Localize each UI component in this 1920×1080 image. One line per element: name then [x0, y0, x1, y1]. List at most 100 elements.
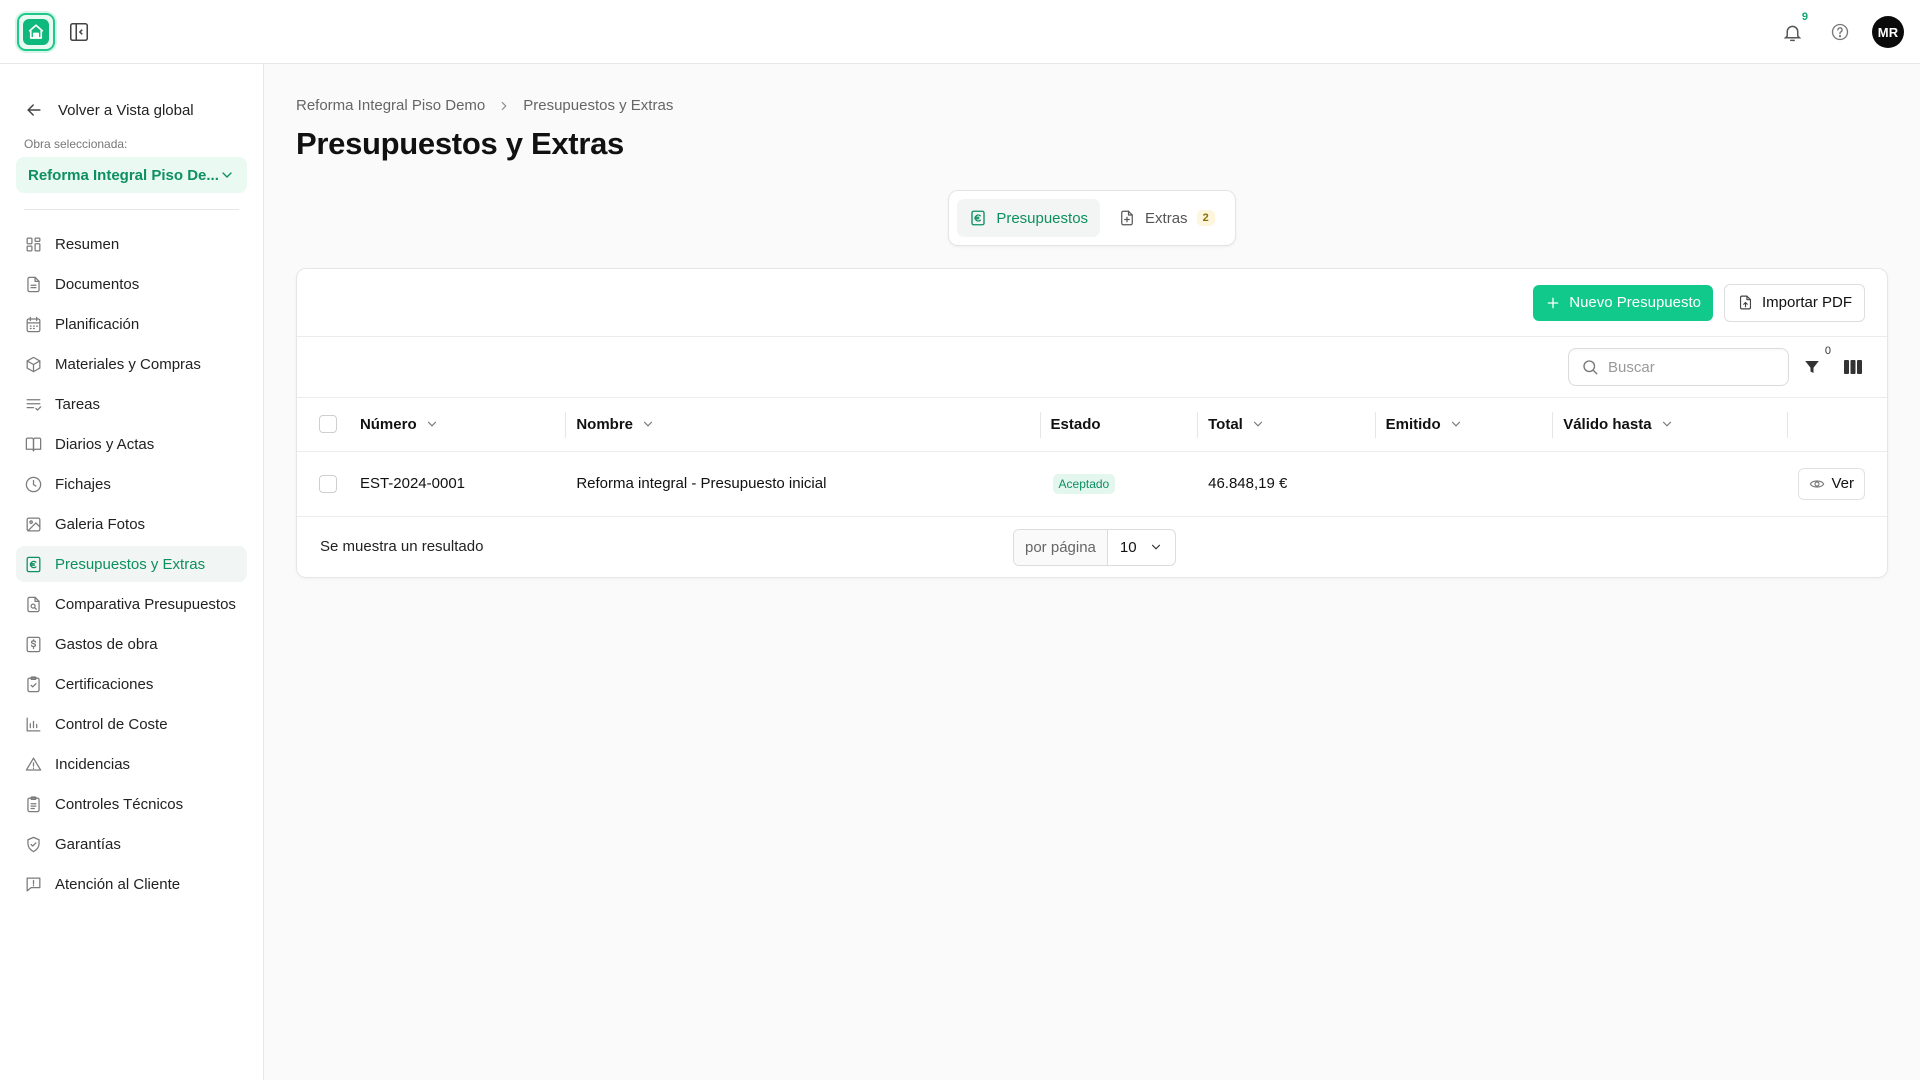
column-total[interactable]: Total	[1197, 398, 1375, 451]
notifications-button[interactable]: 9	[1776, 11, 1808, 50]
sidebar-item-documentos[interactable]: Documentos	[16, 266, 247, 302]
sidebar-item-galeria-fotos[interactable]: Galeria Fotos	[16, 506, 247, 542]
app-logo[interactable]	[17, 13, 55, 51]
import-pdf-label: Importar PDF	[1761, 294, 1852, 311]
search-input[interactable]	[1608, 358, 1768, 376]
main-content: Reforma Integral Piso Demo Presupuestos …	[296, 64, 1888, 578]
view-button-label: Ver	[1831, 475, 1854, 492]
column-emitido[interactable]: Emitido	[1374, 398, 1553, 451]
cell-numero: EST-2024-0001	[359, 475, 466, 492]
obra-label: Obra seleccionada:	[24, 137, 128, 151]
plus-icon	[1545, 295, 1561, 311]
file-plus-icon	[1118, 209, 1136, 227]
sort-chevron-icon	[641, 417, 655, 431]
package-icon	[24, 355, 43, 374]
breadcrumb-root[interactable]: Reforma Integral Piso Demo	[296, 97, 485, 114]
import-pdf-button[interactable]: Importar PDF	[1723, 283, 1865, 322]
tab-extras[interactable]: Extras 2	[1106, 199, 1227, 237]
view-button[interactable]: Ver	[1798, 467, 1865, 500]
budgets-table: Número Nombre Estado Total Emitido Válid…	[297, 398, 1887, 517]
cell-total: 46.848,19 €	[1208, 475, 1288, 492]
select-all-checkbox[interactable]	[319, 415, 337, 434]
budgets-card: Nuevo Presupuesto Importar PDF 0	[296, 268, 1888, 578]
help-button[interactable]	[1824, 14, 1856, 50]
per-page-value: 10	[1119, 538, 1137, 556]
sidebar: Volver a Vista global Obra seleccionada:…	[0, 64, 264, 1080]
sidebar-item-resumen[interactable]: Resumen	[16, 226, 247, 262]
sidebar-item-diarios-y-actas[interactable]: Diarios y Actas	[16, 426, 247, 462]
columns-icon	[1843, 358, 1863, 376]
sidebar-item-presupuestos-y-extras[interactable]: Presupuestos y Extras	[16, 546, 247, 582]
sort-chevron-icon	[1660, 417, 1674, 431]
column-numero[interactable]: Número	[349, 398, 565, 451]
chevron-down-icon	[1149, 540, 1163, 554]
column-valido-hasta[interactable]: Válido hasta	[1552, 398, 1787, 451]
sidebar-item-label: Garantías	[55, 835, 121, 853]
sidebar-item-fichajes[interactable]: Fichajes	[16, 466, 247, 502]
file-search-icon	[24, 595, 43, 614]
clock-icon	[24, 475, 43, 494]
sidebar-item-label: Resumen	[55, 235, 120, 253]
sidebar-nav: Resumen Documentos Planificación Materiales…	[16, 226, 247, 902]
sidebar-item-certificaciones[interactable]: Certificaciones	[16, 666, 247, 702]
image-icon	[24, 515, 43, 534]
sidebar-item-label: Materiales y Compras	[55, 355, 201, 373]
sidebar-item-controles-tecnicos[interactable]: Controles Técnicos	[16, 786, 247, 822]
row-checkbox[interactable]	[319, 474, 337, 493]
euro-icon	[969, 209, 987, 227]
obra-selector-value: Reforma Integral Piso De...	[28, 166, 219, 184]
message-alert-icon	[24, 875, 43, 894]
arrow-left-icon	[24, 100, 44, 120]
calendar-icon	[24, 315, 43, 334]
table-toolbar: 0	[297, 337, 1887, 398]
tab-presupuestos-label: Presupuestos	[996, 209, 1089, 227]
sidebar-toggle-icon[interactable]	[68, 21, 90, 43]
sidebar-item-atencion-al-cliente[interactable]: Atención al Cliente	[16, 866, 247, 902]
card-actions: Nuevo Presupuesto Importar PDF	[297, 269, 1887, 337]
euro-icon	[24, 555, 43, 574]
cell-nombre: Reforma integral - Presupuesto inicial	[576, 475, 827, 492]
new-budget-label: Nuevo Presupuesto	[1569, 294, 1701, 311]
columns-button[interactable]	[1843, 356, 1865, 378]
breadcrumb: Reforma Integral Piso Demo Presupuestos …	[296, 97, 1888, 114]
dollar-file-icon	[24, 635, 43, 654]
sidebar-item-label: Tareas	[55, 395, 101, 413]
back-to-global-link[interactable]: Volver a Vista global	[16, 95, 247, 125]
user-avatar[interactable]: MR	[1872, 16, 1904, 48]
checklist-icon	[24, 395, 43, 414]
sidebar-item-materiales-y-compras[interactable]: Materiales y Compras	[16, 346, 247, 382]
house-icon	[23, 19, 49, 45]
sidebar-item-label: Galeria Fotos	[55, 515, 146, 533]
sidebar-item-control-de-coste[interactable]: Control de Coste	[16, 706, 247, 742]
sidebar-item-label: Control de Coste	[55, 715, 168, 733]
sidebar-item-label: Atención al Cliente	[55, 875, 181, 893]
sidebar-item-label: Controles Técnicos	[55, 795, 184, 813]
sort-chevron-icon	[1449, 417, 1463, 431]
sidebar-item-planificacion[interactable]: Planificación	[16, 306, 247, 342]
notifications-count: 9	[1801, 11, 1808, 23]
sidebar-item-comparativa-presupuestos[interactable]: Comparativa Presupuestos	[16, 586, 247, 622]
breadcrumb-current: Presupuestos y Extras	[523, 97, 674, 114]
sidebar-item-gastos-de-obra[interactable]: Gastos de obra	[16, 626, 247, 662]
sidebar-item-label: Certificaciones	[55, 675, 154, 693]
tab-group: Presupuestos Extras 2	[948, 190, 1236, 246]
sort-chevron-icon	[1251, 417, 1265, 431]
column-nombre[interactable]: Nombre	[565, 398, 1039, 451]
sidebar-item-garantias[interactable]: Garantías	[16, 826, 247, 862]
column-actions	[1787, 398, 1887, 451]
search-box	[1568, 348, 1789, 386]
table-row[interactable]: EST-2024-0001 Reforma integral - Presupu…	[297, 451, 1887, 516]
per-page-select[interactable]: 10	[1108, 539, 1175, 556]
sidebar-item-tareas[interactable]: Tareas	[16, 386, 247, 422]
clipboard-list-icon	[24, 795, 43, 814]
sidebar-item-incidencias[interactable]: Incidencias	[16, 746, 247, 782]
sidebar-item-label: Gastos de obra	[55, 635, 158, 653]
new-budget-button[interactable]: Nuevo Presupuesto	[1533, 284, 1713, 321]
filter-button[interactable]: 0	[1803, 345, 1831, 379]
tab-presupuestos[interactable]: Presupuestos	[957, 199, 1101, 237]
table-header-row: Número Nombre Estado Total Emitido Válid…	[297, 398, 1887, 451]
column-estado: Estado	[1039, 398, 1198, 451]
obra-selector[interactable]: Reforma Integral Piso De...	[16, 157, 247, 193]
grid-icon	[24, 235, 43, 254]
eye-icon	[1809, 476, 1825, 492]
